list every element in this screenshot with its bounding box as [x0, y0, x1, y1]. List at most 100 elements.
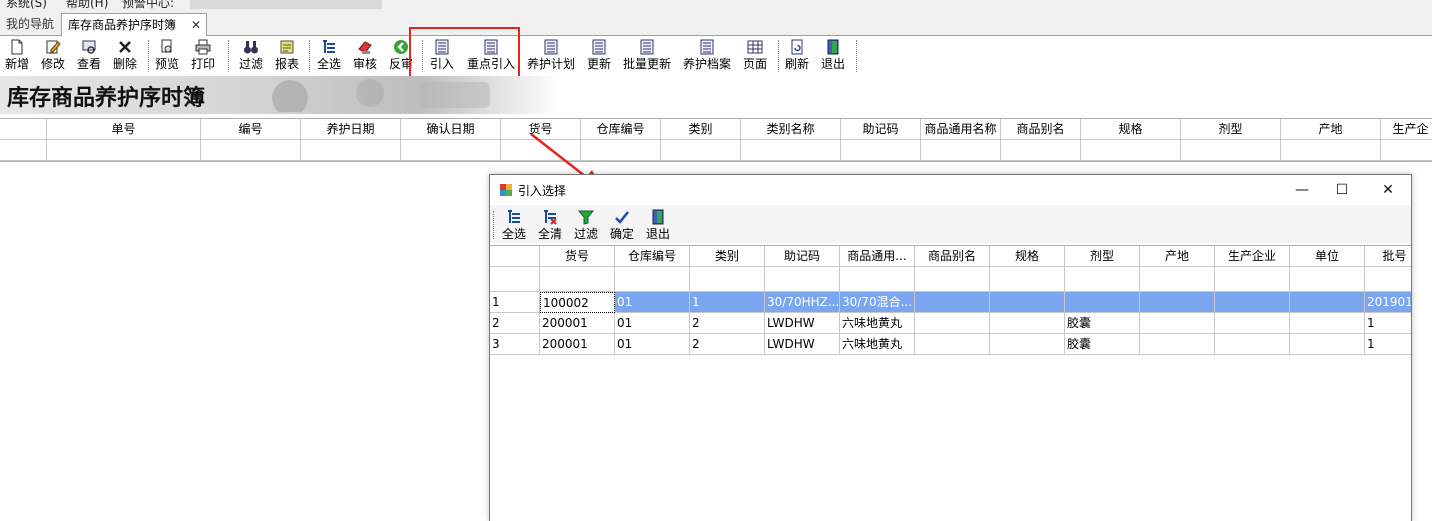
- column-header[interactable]: 产地: [1140, 246, 1215, 267]
- table-cell[interactable]: 200001: [540, 313, 615, 334]
- dialog-exit-button[interactable]: 退出: [644, 207, 672, 243]
- table-cell[interactable]: 六味地黄丸: [840, 313, 915, 334]
- menu-help[interactable]: 帮助(H): [66, 0, 108, 10]
- column-header[interactable]: 生产企: [1381, 119, 1432, 140]
- filter-cell[interactable]: [990, 267, 1065, 292]
- table-cell[interactable]: 胶囊: [1065, 334, 1140, 355]
- column-header[interactable]: 类别: [661, 119, 741, 140]
- filter-cell[interactable]: [301, 140, 401, 161]
- row-number[interactable]: 3: [490, 334, 540, 355]
- filter-cell[interactable]: [201, 140, 301, 161]
- table-cell[interactable]: LWDHW: [765, 313, 840, 334]
- filter-cell[interactable]: [1381, 140, 1432, 161]
- table-cell[interactable]: [915, 292, 990, 313]
- table-cell[interactable]: [990, 292, 1065, 313]
- column-header[interactable]: 类别: [690, 246, 765, 267]
- column-header[interactable]: 确认日期: [401, 119, 501, 140]
- dialog-filter-button[interactable]: 过滤: [572, 207, 600, 243]
- column-header[interactable]: 产地: [1281, 119, 1381, 140]
- select-all-button[interactable]: 全选: [314, 36, 344, 76]
- table-cell[interactable]: [1140, 292, 1215, 313]
- filter-cell[interactable]: [765, 267, 840, 292]
- filter-cell[interactable]: [615, 267, 690, 292]
- refresh-button[interactable]: 刷新: [782, 36, 812, 76]
- column-header[interactable]: 货号: [501, 119, 581, 140]
- row-number[interactable]: 1: [490, 292, 540, 313]
- column-header[interactable]: 货号: [540, 246, 615, 267]
- table-cell[interactable]: 01: [615, 334, 690, 355]
- filter-cell[interactable]: [501, 140, 581, 161]
- column-header[interactable]: 商品通用...: [840, 246, 915, 267]
- table-cell[interactable]: 2: [690, 334, 765, 355]
- table-cell[interactable]: [915, 334, 990, 355]
- table-cell[interactable]: [1140, 334, 1215, 355]
- view-button[interactable]: 查看: [74, 36, 104, 76]
- column-header[interactable]: 编号: [201, 119, 301, 140]
- new-button[interactable]: 新增: [2, 36, 32, 76]
- table-row[interactable]: 3 200001 01 2 LWDHW 六味地黄丸 胶囊 1: [490, 334, 1411, 355]
- table-cell[interactable]: 胶囊: [1065, 313, 1140, 334]
- filter-cell[interactable]: [1290, 267, 1365, 292]
- filter-button[interactable]: 过滤: [236, 36, 266, 76]
- table-cell[interactable]: 01: [615, 292, 690, 313]
- column-header[interactable]: 单位: [1290, 246, 1365, 267]
- table-cell[interactable]: 100002: [540, 292, 615, 313]
- table-cell[interactable]: 2: [690, 313, 765, 334]
- table-cell[interactable]: [1290, 292, 1365, 313]
- maintenance-plan-button[interactable]: 养护计划: [524, 36, 578, 76]
- print-button[interactable]: 打印: [188, 36, 218, 76]
- dialog-confirm-button[interactable]: 确定: [608, 207, 636, 243]
- table-cell[interactable]: [915, 313, 990, 334]
- dialog-select-all-button[interactable]: 全选: [500, 207, 528, 243]
- maintenance-archive-button[interactable]: 养护档案: [680, 36, 734, 76]
- filter-cell[interactable]: [47, 140, 201, 161]
- column-header[interactable]: 助记码: [841, 119, 921, 140]
- row-number[interactable]: 2: [490, 313, 540, 334]
- column-header[interactable]: 单号: [47, 119, 201, 140]
- table-cell[interactable]: 30/70混合...: [840, 292, 915, 313]
- column-header[interactable]: 类别名称: [741, 119, 841, 140]
- filter-cell[interactable]: [690, 267, 765, 292]
- column-header[interactable]: 商品别名: [1001, 119, 1081, 140]
- filter-cell[interactable]: [1140, 267, 1215, 292]
- table-cell[interactable]: 201901: [1365, 292, 1411, 313]
- batch-update-button[interactable]: 批量更新: [620, 36, 674, 76]
- filter-cell[interactable]: [840, 267, 915, 292]
- table-cell[interactable]: [1140, 313, 1215, 334]
- dialog-close-button[interactable]: ✕: [1366, 178, 1410, 202]
- filter-cell[interactable]: [540, 267, 615, 292]
- preview-button[interactable]: 预览: [152, 36, 182, 76]
- approve-button[interactable]: 审核: [350, 36, 380, 76]
- column-header[interactable]: 仓库编号: [615, 246, 690, 267]
- column-header[interactable]: 规格: [990, 246, 1065, 267]
- filter-cell[interactable]: [1281, 140, 1381, 161]
- table-cell[interactable]: [1215, 334, 1290, 355]
- update-button[interactable]: 更新: [584, 36, 614, 76]
- filter-cell[interactable]: [1065, 267, 1140, 292]
- table-cell[interactable]: [1065, 292, 1140, 313]
- dialog-minimize-button[interactable]: —: [1280, 178, 1324, 202]
- table-cell[interactable]: [1290, 313, 1365, 334]
- main-grid-filter-row[interactable]: [0, 140, 1432, 161]
- filter-cell[interactable]: [915, 267, 990, 292]
- table-cell[interactable]: [1215, 313, 1290, 334]
- column-header[interactable]: 生产企业: [1215, 246, 1290, 267]
- table-cell[interactable]: 1: [690, 292, 765, 313]
- table-cell[interactable]: 1: [1365, 334, 1411, 355]
- table-cell[interactable]: LWDHW: [765, 334, 840, 355]
- exit-button[interactable]: 退出: [818, 36, 848, 76]
- table-row[interactable]: 2 200001 01 2 LWDHW 六味地黄丸 胶囊 1: [490, 313, 1411, 334]
- table-cell[interactable]: 200001: [540, 334, 615, 355]
- edit-button[interactable]: 修改: [38, 36, 68, 76]
- column-header[interactable]: 养护日期: [301, 119, 401, 140]
- filter-cell[interactable]: [1215, 267, 1290, 292]
- table-cell[interactable]: 30/70HHZ...: [765, 292, 840, 313]
- column-header[interactable]: 批号: [1365, 246, 1411, 267]
- filter-cell[interactable]: [921, 140, 1001, 161]
- column-header[interactable]: 剂型: [1065, 246, 1140, 267]
- table-cell[interactable]: [1290, 334, 1365, 355]
- filter-cell[interactable]: [1181, 140, 1281, 161]
- filter-cell[interactable]: [741, 140, 841, 161]
- filter-cell[interactable]: [661, 140, 741, 161]
- column-header[interactable]: 规格: [1081, 119, 1181, 140]
